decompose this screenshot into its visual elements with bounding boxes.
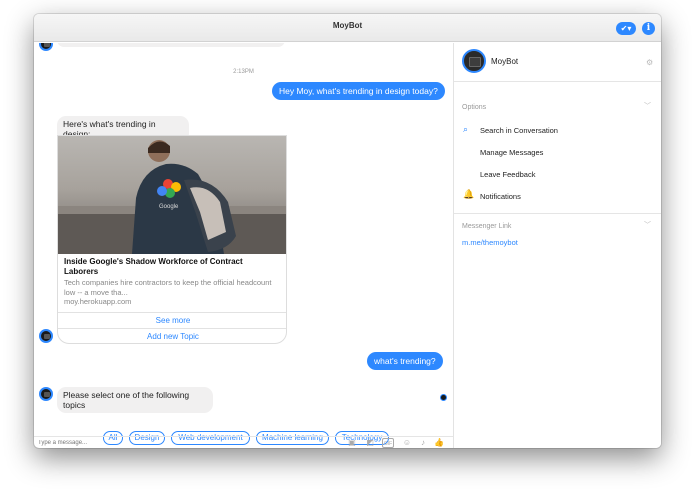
options-heading[interactable]: Options <box>462 104 486 111</box>
message-timestamp: 2:13PM <box>233 69 254 75</box>
article-title[interactable]: Inside Google's Shadow Workforce of Cont… <box>64 257 279 277</box>
thumbs-up-icon[interactable]: 👍 <box>434 438 444 448</box>
details-sidebar: MoyBot ⚙ Options ﹀ ⌕ Search in Conversat… <box>453 43 661 448</box>
bell-icon: 🔔 <box>463 189 475 199</box>
bot-avatar <box>39 387 53 401</box>
emoji-icon[interactable]: ☺ <box>402 438 412 448</box>
search-in-conversation-item[interactable]: Search in Conversation <box>480 126 558 135</box>
conversation-pane[interactable]: 2:13PM Hey Moy, what's trending in desig… <box>34 43 453 448</box>
article-photo-illustration: Google <box>58 140 286 254</box>
bot-message-bubble: Please select one of the following topic… <box>57 387 213 413</box>
gear-icon[interactable]: ⚙ <box>646 58 653 67</box>
article-domain: moy.herokuapp.com <box>64 297 132 306</box>
message-input[interactable] <box>38 438 238 448</box>
bot-profile-name: MoyBot <box>491 57 519 66</box>
message-composer: ▣ ◩ GIF ☺ ♪ 👍 <box>34 436 453 448</box>
manage-messages-item[interactable]: Manage Messages <box>480 148 543 157</box>
sticker-icon[interactable]: ◩ <box>365 438 375 448</box>
previous-message-bubble <box>57 43 285 47</box>
camera-icon[interactable]: ▣ <box>347 438 357 448</box>
title-bar: MoyBot ✔▾ i <box>34 14 661 42</box>
search-icon: ⌕ <box>463 124 469 134</box>
divider <box>454 213 661 214</box>
chevron-down-icon[interactable]: ﹀ <box>644 220 651 230</box>
add-new-topic-button[interactable]: Add new Topic <box>58 328 286 343</box>
notifications-item[interactable]: Notifications <box>480 192 521 201</box>
window-title: MoyBot <box>332 21 363 30</box>
article-card[interactable]: Google Inside Google's Shadow Workforce … <box>57 135 287 344</box>
messenger-window: MoyBot ✔▾ i 2:13PM Hey Moy, what's trend… <box>34 14 661 448</box>
user-message-bubble: what's trending? <box>367 352 443 370</box>
bot-avatar <box>39 329 53 343</box>
article-description: Tech companies hire contractors to keep … <box>64 278 272 297</box>
messenger-link-heading[interactable]: Messenger Link <box>462 223 511 230</box>
divider <box>454 81 661 82</box>
see-more-button[interactable]: See more <box>58 312 286 328</box>
user-message-bubble: Hey Moy, what's trending in design today… <box>272 82 445 100</box>
read-receipt-icon <box>440 394 447 401</box>
chevron-down-icon[interactable]: ﹀ <box>644 101 651 111</box>
bot-avatar <box>39 43 53 51</box>
bot-profile-avatar <box>462 49 486 73</box>
messenger-link[interactable]: m.me/themoybot <box>462 238 518 247</box>
microphone-icon[interactable]: ♪ <box>418 438 428 448</box>
gif-icon[interactable]: GIF <box>382 438 394 448</box>
article-image[interactable]: Google <box>58 136 286 254</box>
leave-feedback-item[interactable]: Leave Feedback <box>480 170 535 179</box>
info-icon[interactable]: i <box>642 22 655 35</box>
checkmark-icon[interactable]: ✔▾ <box>616 22 636 35</box>
svg-text:Google: Google <box>159 204 179 210</box>
